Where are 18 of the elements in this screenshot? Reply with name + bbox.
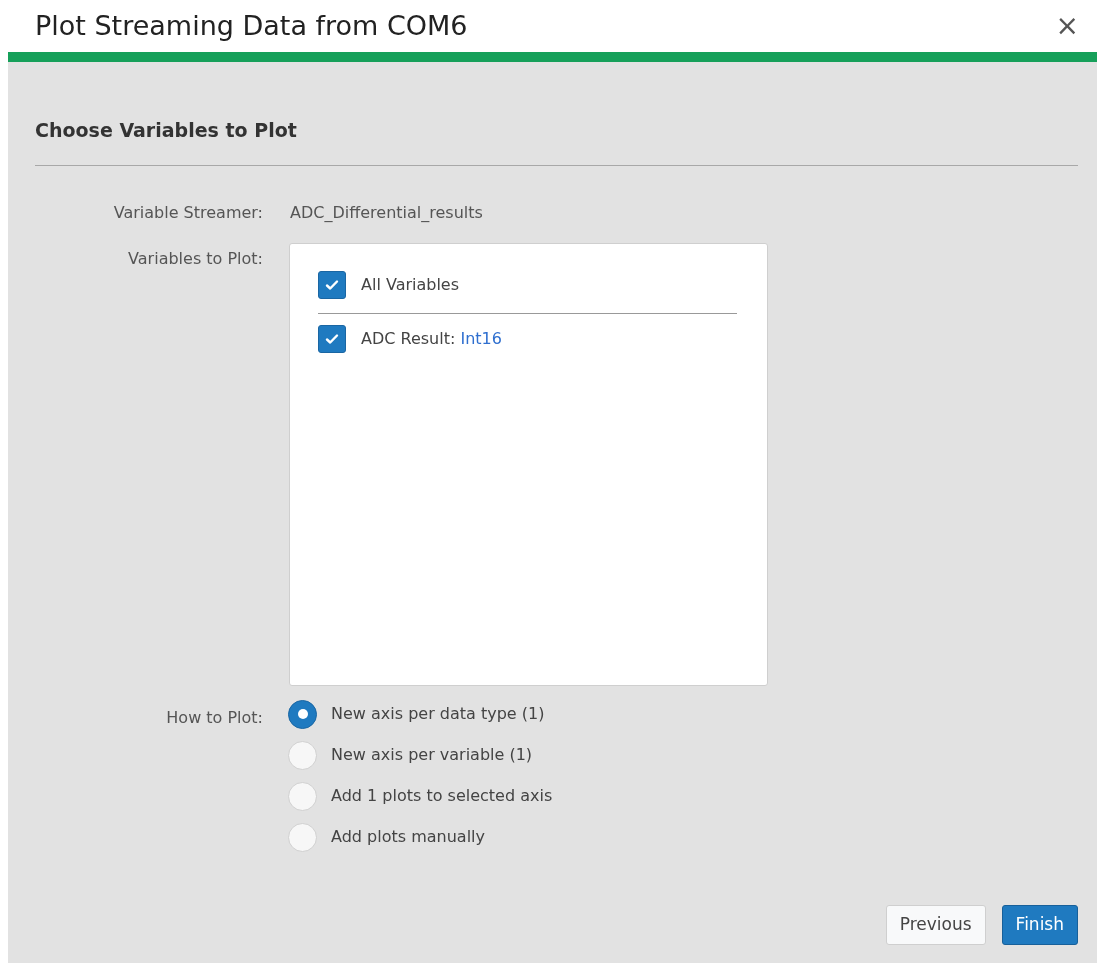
radio-label: Add 1 plots to selected axis <box>331 785 553 807</box>
checkbox-label: ADC Result: Int16 <box>361 327 502 350</box>
finish-button[interactable]: Finish <box>1001 905 1078 945</box>
field-value: ADC_Differential_results <box>290 201 483 224</box>
checkbox[interactable] <box>318 270 346 299</box>
field-label: Variable Streamer: <box>112 201 263 224</box>
previous-button[interactable]: Previous <box>885 905 986 945</box>
radio-label: New axis per data type (1) <box>331 703 545 725</box>
radio-button[interactable] <box>288 699 317 729</box>
checkbox-label: All Variables <box>361 273 460 296</box>
close-button[interactable]: × <box>1049 12 1085 40</box>
field-label: Variables to Plot: <box>127 247 263 270</box>
window-title: Plot Streaming Data from COM6 <box>35 8 468 43</box>
field-label: How to Plot: <box>165 706 263 729</box>
checkbox[interactable] <box>318 324 346 353</box>
radio-label: New axis per variable (1) <box>331 744 533 766</box>
section-title: Choose Variables to Plot <box>35 116 1078 166</box>
radio-label: Add plots manually <box>331 826 485 848</box>
